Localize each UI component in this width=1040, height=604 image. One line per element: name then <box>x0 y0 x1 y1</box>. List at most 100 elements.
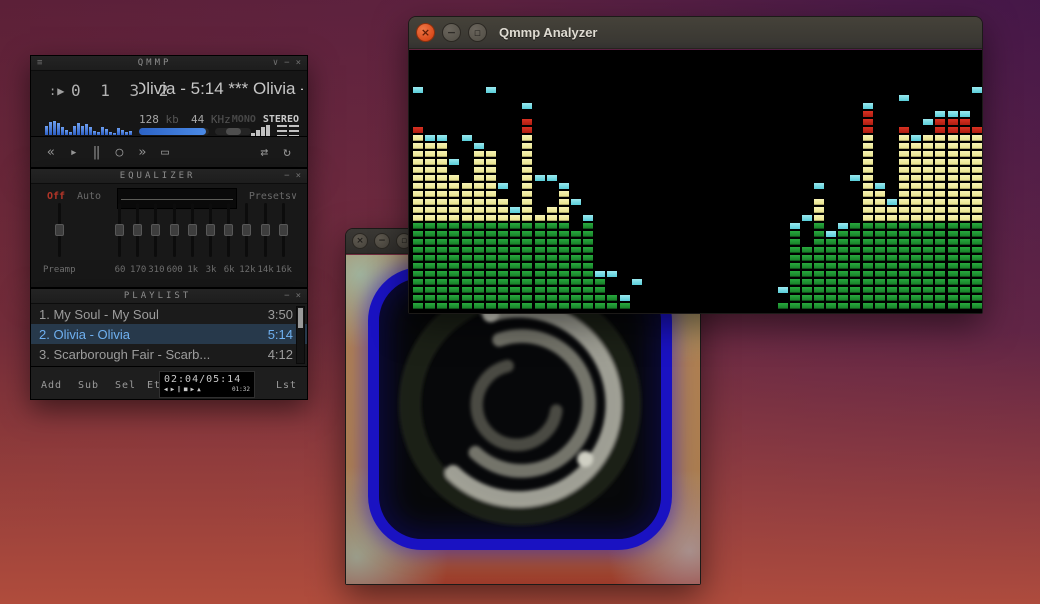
spectrum-segment <box>449 231 460 237</box>
eq-band-slider[interactable] <box>206 203 215 257</box>
mini-vis-bar <box>97 132 100 135</box>
eq-band-slider-thumb[interactable] <box>206 224 215 236</box>
eq-band-slider[interactable] <box>115 203 124 257</box>
sub-button[interactable]: Sub <box>78 380 99 391</box>
spectrum-segment <box>959 135 970 141</box>
eq-band-slider-thumb[interactable] <box>115 224 124 236</box>
shuffle-button[interactable]: ⇄ <box>260 146 268 159</box>
spectrum-segment <box>862 191 873 197</box>
spectrum-segment <box>923 215 934 221</box>
spectrum-segment <box>971 223 982 229</box>
player-titlebar[interactable]: ≡ QMMP ∨ − × <box>31 56 307 71</box>
eq-band-slider-thumb[interactable] <box>224 224 234 236</box>
eq-band-slider[interactable] <box>224 203 234 257</box>
spectrum-segment <box>449 287 460 293</box>
eq-band-slider-thumb[interactable] <box>278 224 288 236</box>
pl-close-button[interactable]: × <box>296 291 301 301</box>
mini-transport-icon[interactable]: ▶ <box>191 387 195 393</box>
eq-band-slider-thumb[interactable] <box>242 224 252 236</box>
eq-band-slider-thumb[interactable] <box>187 224 197 236</box>
balance-slider[interactable] <box>215 128 251 135</box>
eq-band-slider-thumb[interactable] <box>260 224 270 236</box>
shade-button[interactable]: ∨ <box>273 58 278 68</box>
mini-transport-icon[interactable]: ▲ <box>197 387 201 393</box>
spectrum-segment <box>959 151 970 157</box>
sel-button[interactable]: Sel <box>115 380 136 391</box>
preamp-slider[interactable] <box>55 203 64 257</box>
track-title-ticker[interactable]: Olivia - 5:14 *** Olivia - <box>139 79 303 99</box>
analyzer-canvas[interactable] <box>409 50 982 313</box>
scrollbar-thumb[interactable] <box>298 308 303 328</box>
eq-shade-button[interactable]: − <box>284 171 289 181</box>
playlist-scrollbar[interactable] <box>296 306 305 364</box>
mini-transport-icon[interactable]: ■ <box>184 387 188 393</box>
spectrum-segment <box>437 263 448 269</box>
open-button[interactable]: ▭ <box>161 146 169 159</box>
spectrum-segment <box>959 215 970 221</box>
spectrum-segment <box>583 247 594 253</box>
eq-band-slider[interactable] <box>133 203 143 257</box>
analyzer-titlebar[interactable]: × − ▫ Qmmp Analyzer <box>409 17 982 49</box>
spectrum-segment <box>874 263 885 269</box>
viz-close-button[interactable]: × <box>352 233 368 249</box>
stop-button[interactable]: ○ <box>115 146 123 159</box>
pl-shade-button[interactable]: − <box>284 291 289 301</box>
spectrum-segment <box>583 295 594 301</box>
previous-button[interactable]: « <box>47 146 55 159</box>
play-button[interactable]: ▸ <box>70 146 78 159</box>
add-button[interactable]: Add <box>41 380 62 391</box>
analyzer-maximize-button[interactable]: ▫ <box>468 23 487 42</box>
eq-auto-button[interactable]: Auto <box>77 191 101 202</box>
playlist-row[interactable]: 3. Scarborough Fair - Scarb... 4:12 <box>31 344 307 364</box>
mini-transport-icon[interactable]: ◀ <box>164 387 168 393</box>
eq-band-slider-thumb[interactable] <box>151 224 161 236</box>
eq-presets-button[interactable]: Presets∨ <box>249 191 297 202</box>
analyzer-minimize-button[interactable]: − <box>442 23 461 42</box>
equalizer-titlebar[interactable]: EQUALIZER − × <box>31 169 307 184</box>
spectrum-segment <box>911 287 922 293</box>
spectrum-segment <box>413 223 423 229</box>
minimize-button[interactable]: − <box>284 58 289 68</box>
mini-vis-bar <box>101 127 104 135</box>
eq-band-slider[interactable] <box>278 203 288 257</box>
spectrum-segment <box>971 231 982 237</box>
eq-close-button[interactable]: × <box>296 171 301 181</box>
eq-band-slider[interactable] <box>242 203 252 257</box>
eq-off-button[interactable]: Off <box>47 191 65 202</box>
playlist-row[interactable]: 1. My Soul - My Soul 3:50 <box>31 304 307 324</box>
spectrum-segment <box>947 191 958 197</box>
preamp-slider-thumb[interactable] <box>55 224 64 236</box>
eq-band-slider[interactable] <box>187 203 197 257</box>
eq-band-slider-thumb[interactable] <box>133 224 143 236</box>
analyzer-close-button[interactable]: × <box>416 23 435 42</box>
lst-button[interactable]: Lst <box>276 380 297 391</box>
eq-band-slider[interactable] <box>169 203 179 257</box>
spectrum-segment <box>886 247 897 253</box>
spectrum-segment <box>546 287 557 293</box>
spectrum-segment <box>558 199 569 205</box>
playlist-row[interactable]: 2. Olivia - Olivia 5:14 <box>31 324 307 344</box>
spectrum-segment <box>923 151 934 157</box>
eq-band-slider[interactable] <box>260 203 270 257</box>
spectrum-segment <box>425 175 436 181</box>
balance-thumb[interactable] <box>226 128 241 135</box>
eq-band-slider-thumb[interactable] <box>169 224 179 236</box>
mini-spectrum[interactable] <box>45 109 135 135</box>
spectrum-segment <box>473 271 484 277</box>
playlist-titlebar[interactable]: PLAYLIST − × <box>31 289 307 304</box>
player-main-window: ≡ QMMP ∨ − × ▶ 0 1 3 2 Olivia - 5:14 ***… <box>30 55 308 168</box>
mini-transport-icon[interactable]: ▶ <box>171 387 175 393</box>
viz-minimize-button[interactable]: − <box>374 233 390 249</box>
spectrum-segment <box>923 239 934 245</box>
spectrum-segment <box>522 231 533 237</box>
spectrum-segment <box>923 247 934 253</box>
volume-slider[interactable] <box>139 128 209 135</box>
pause-button[interactable]: ‖ <box>93 146 101 159</box>
spectrum-segment <box>899 215 909 221</box>
close-button[interactable]: × <box>296 58 301 68</box>
repeat-button[interactable]: ↻ <box>283 146 291 159</box>
spectrum-segment <box>971 215 982 221</box>
mini-transport-icon[interactable]: ‖ <box>177 387 181 393</box>
next-button[interactable]: » <box>138 146 146 159</box>
eq-band-slider[interactable] <box>151 203 161 257</box>
